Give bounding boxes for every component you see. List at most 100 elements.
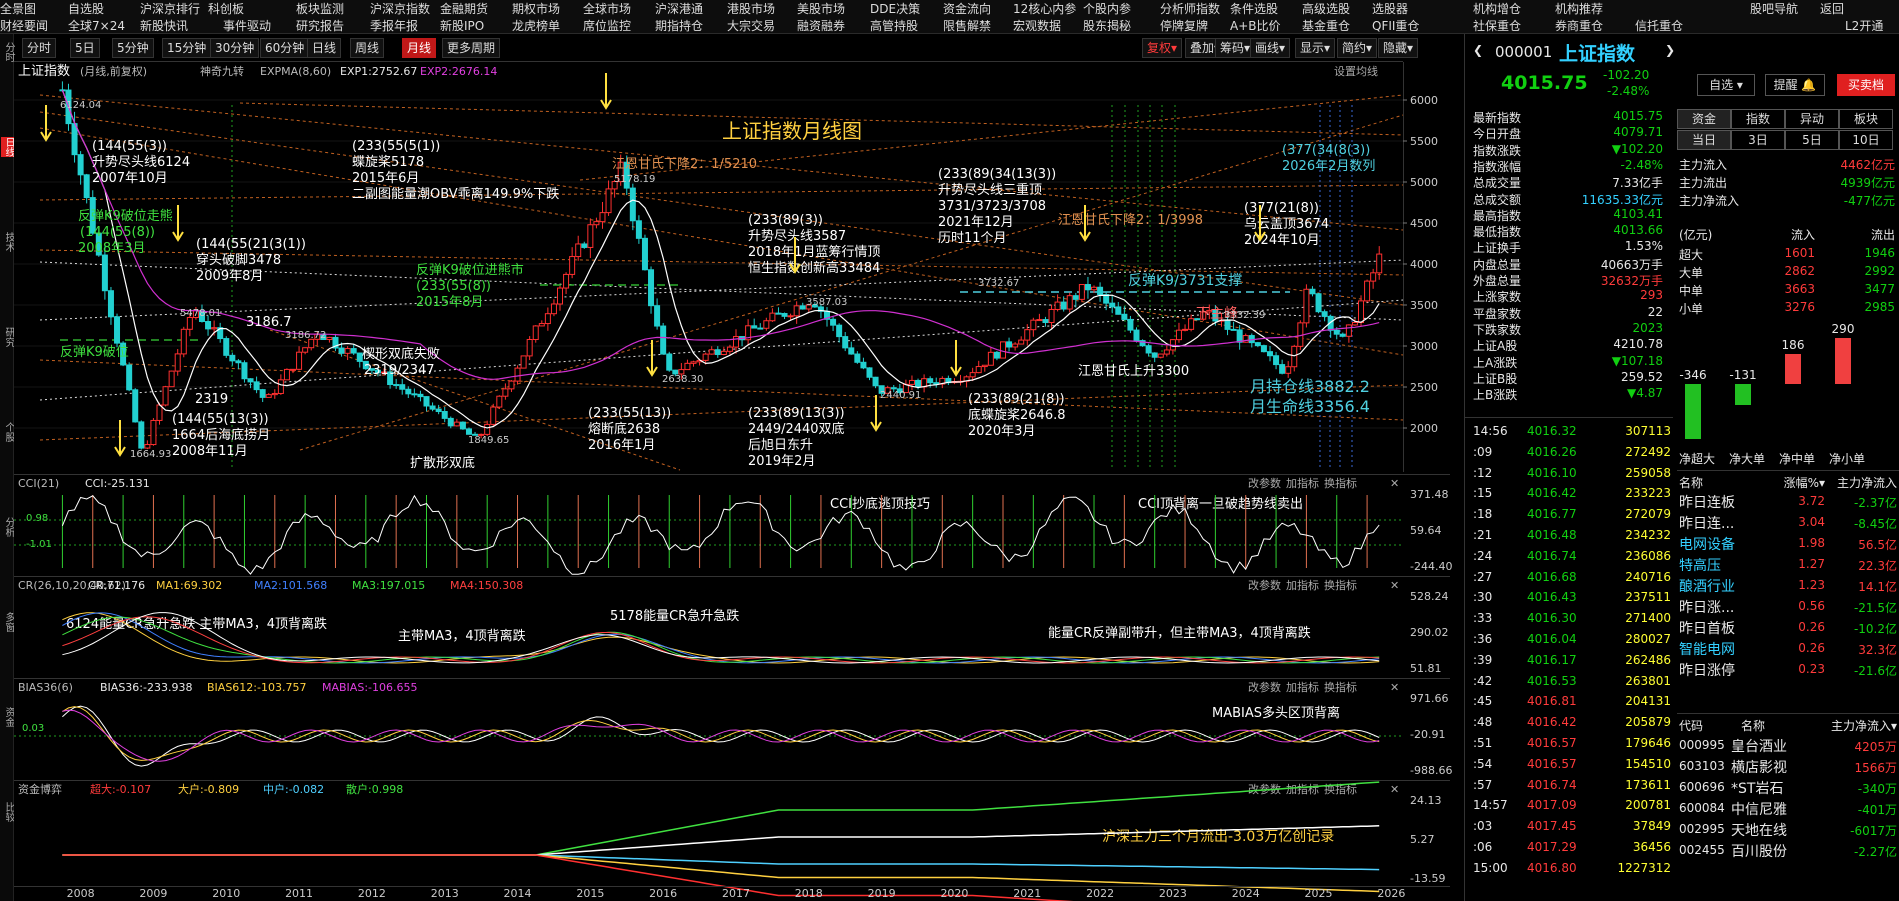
sector-name[interactable]: 特高压 (1679, 555, 1721, 575)
flow-out: 1946 (1864, 246, 1895, 260)
menu-item[interactable]: 返回 (1820, 0, 1844, 17)
candle-body (575, 243, 582, 258)
y-tick-label: 4500 (1410, 217, 1438, 230)
stock-flow-cell: -401万 (1857, 803, 1897, 817)
stock-code-cell[interactable]: 000995 (1679, 738, 1725, 752)
sector-flow: 32.3亿 (1858, 643, 1897, 657)
period-tab[interactable]: 10日 (1839, 130, 1893, 150)
candle-body (799, 305, 806, 310)
period-tab[interactable]: 5日 (1785, 130, 1839, 150)
period-tab[interactable]: 当日 (1677, 130, 1731, 150)
sector-change: 1.98 (1798, 536, 1825, 550)
y-tick-label: -244.40 (1410, 560, 1452, 573)
sector-name[interactable]: 昨日连板 (1679, 492, 1735, 512)
sector-name[interactable]: 昨日涨... (1679, 597, 1734, 617)
candle-body (453, 421, 460, 427)
stat-label: 上B涨跌 (1473, 388, 1518, 403)
menu-item[interactable]: 社保重仓 (1473, 17, 1521, 34)
sector-name[interactable]: 酿酒行业 (1679, 576, 1735, 596)
stock-code-cell[interactable]: 603103 (1679, 759, 1725, 773)
sector-name[interactable]: 昨日涨停 (1679, 660, 1735, 680)
sector-name[interactable]: 电网设备 (1679, 534, 1735, 554)
candle-body (1018, 339, 1025, 345)
candle-body (1157, 353, 1164, 358)
chart-annotation: 2020年3月 (968, 424, 1035, 439)
side-tab[interactable]: 板块 (1839, 109, 1893, 129)
alert-button[interactable]: 提醒 🔔 (1765, 74, 1825, 96)
tick-volume: 236086 (1625, 548, 1671, 563)
sector-flow: -21.5亿 (1853, 601, 1897, 615)
fund-retail-label: 散户:0.998 (346, 782, 403, 796)
tick-price: 4016.42 (1527, 715, 1577, 730)
sector-name[interactable]: 昨日首板 (1679, 618, 1735, 638)
stat-label: 上A涨跌 (1473, 355, 1518, 370)
stock-code-cell[interactable]: 002995 (1679, 822, 1725, 836)
chart-annotation: 2008年11月 (172, 444, 248, 459)
stock-name-cell[interactable]: 横店影视 (1731, 757, 1787, 777)
candle-body (405, 388, 412, 395)
stock-name-cell[interactable]: 天地在线 (1731, 820, 1787, 840)
panel-label: CCI(21) (18, 477, 59, 490)
side-tab[interactable]: 资金 (1677, 109, 1731, 129)
candle-body (1339, 333, 1346, 337)
stock-name-cell[interactable]: 中信尼雅 (1731, 799, 1787, 819)
menu-item[interactable]: 股吧导航 (1750, 0, 1798, 17)
candle-body (550, 303, 557, 315)
candle-body (720, 350, 727, 356)
sector-name[interactable]: 昨日连... (1679, 513, 1734, 533)
sector-change: 0.56 (1798, 599, 1825, 613)
stat-label: 最低指数 (1473, 225, 1522, 240)
chart-annotation: 江恩甘氏下降2：1/5210 (612, 157, 757, 172)
candle-body (107, 290, 114, 318)
menu-item[interactable]: 机构增仓 (1473, 0, 1521, 17)
add-watchlist-button[interactable]: 自选 ▾ (1697, 74, 1755, 96)
candle-body (247, 378, 254, 383)
side-tab[interactable]: 指数 (1731, 109, 1785, 129)
y-tick-label: -988.66 (1410, 764, 1452, 777)
next-stock-icon[interactable]: ❯ (1665, 43, 1675, 57)
chart-bg (14, 62, 1450, 901)
tick-price: 4016.77 (1527, 507, 1577, 522)
y-tick-label: 6000 (1410, 94, 1438, 107)
menu-item[interactable]: 机构推荐 (1555, 0, 1603, 17)
candle-body (265, 394, 272, 398)
sector-name[interactable]: 智能电网 (1679, 639, 1735, 659)
price-label: 3587.03 (806, 297, 847, 308)
stat-value: 4103.41 (1613, 206, 1663, 221)
candle-body (1072, 295, 1079, 300)
menu-item[interactable]: L2开通 (1845, 17, 1883, 34)
tick-volume: 205879 (1625, 715, 1671, 730)
stock-code-cell[interactable]: 600696 (1679, 780, 1725, 794)
tick-time: :24 (1473, 548, 1493, 563)
menu-item[interactable]: 信托重仓 (1635, 17, 1683, 34)
net-bar-label: 净大单 (1728, 452, 1765, 466)
chart-annotation: CCI抄底逃顶技巧 (830, 496, 930, 512)
stock-name-cell[interactable]: 百川股份 (1731, 841, 1787, 861)
prev-stock-icon[interactable]: ❮ (1473, 43, 1483, 57)
tick-time: :45 (1473, 694, 1493, 709)
x-tick-label: 2018 (795, 887, 823, 900)
right-quote-panel: ❮ 000001 上证指数 ❯ 4015.75 -102.20 -2.48% 自选 ▾ 提醒 🔔… (1464, 34, 1899, 901)
menu-item[interactable]: 券商重仓 (1555, 17, 1603, 34)
candle-body (1133, 329, 1140, 342)
stock-code-cell[interactable]: 600084 (1679, 801, 1725, 815)
ma-setting-button: 设置均线 (1334, 64, 1378, 78)
side-tab[interactable]: 异动 (1785, 109, 1839, 129)
x-tick-label: 2023 (1159, 887, 1187, 900)
candle-body (1230, 328, 1237, 331)
order-book-button[interactable]: 买卖档 (1837, 74, 1895, 96)
y-tick-label: 3000 (1410, 340, 1438, 353)
candle-body (144, 444, 151, 449)
price-label: 3732.67 (978, 278, 1019, 289)
x-tick-label: 2021 (1013, 887, 1041, 900)
candle-body (635, 220, 642, 239)
chart-annotation: (233(89(3)) (748, 213, 823, 228)
stock-code-cell[interactable]: 002455 (1679, 843, 1725, 857)
stock-name-cell[interactable]: *ST岩石 (1731, 778, 1783, 798)
period-tab[interactable]: 3日 (1731, 130, 1785, 150)
stock-name-cell[interactable]: 皇台酒业 (1731, 736, 1787, 756)
flow-in: 1601 (1784, 246, 1815, 260)
chart-annotation: 2024年10月 (1244, 233, 1320, 248)
candle-body (1364, 280, 1371, 302)
candle-body (563, 273, 570, 289)
